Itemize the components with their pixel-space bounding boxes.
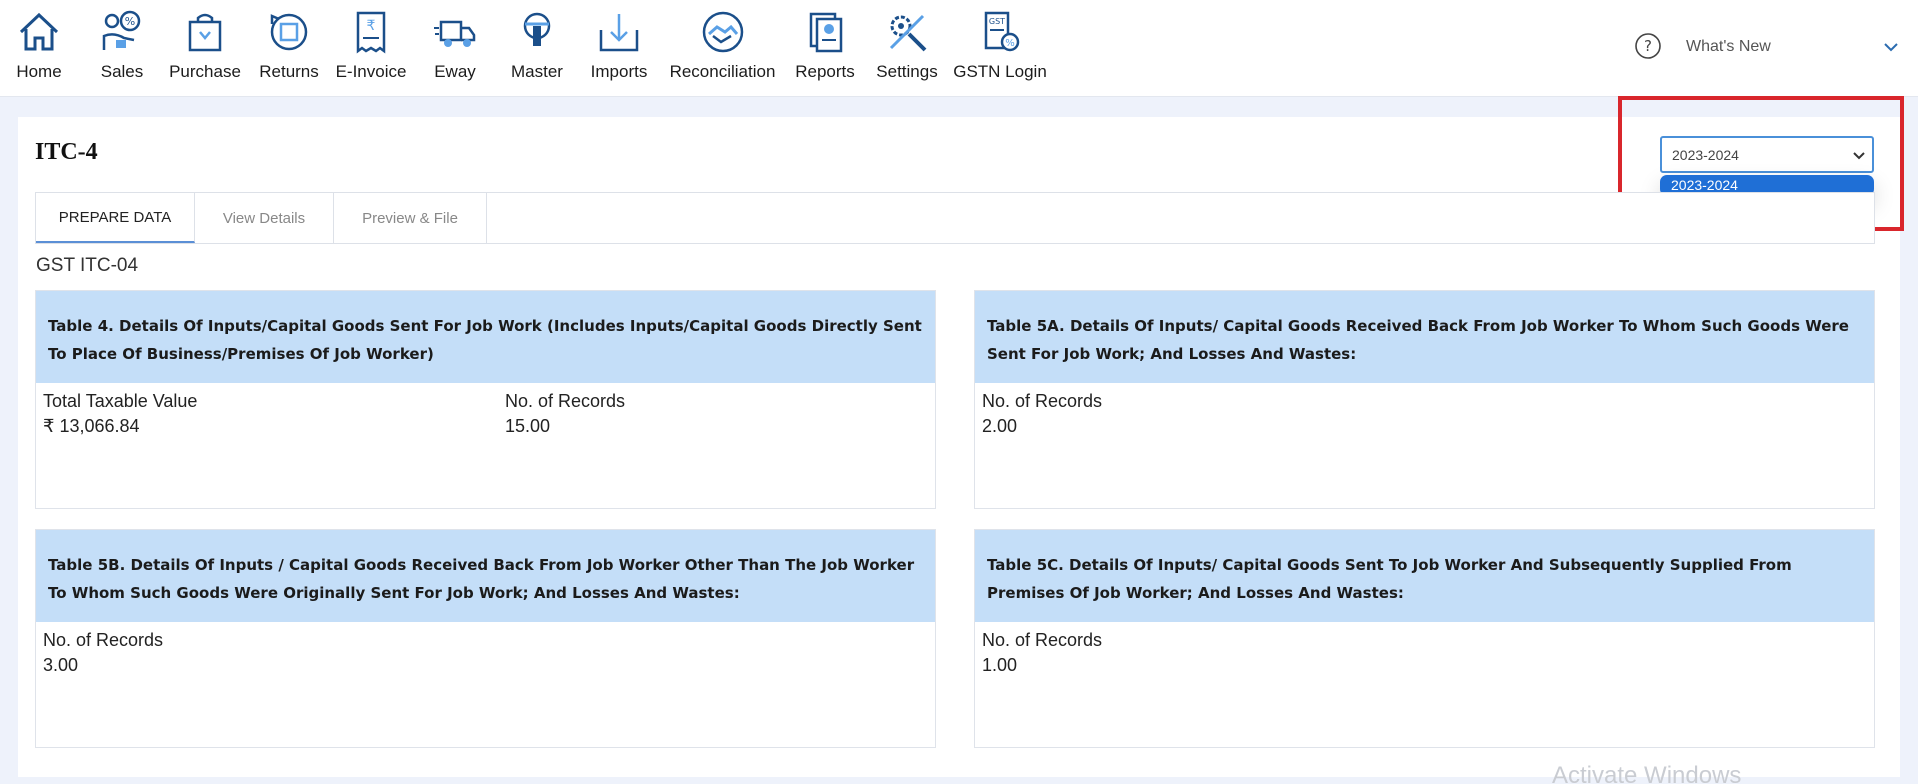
nav-label: Reports	[795, 62, 855, 81]
nav-label: E-Invoice	[335, 62, 407, 81]
panel-title: Table 5A. Details Of Inputs/ Capital Goo…	[987, 317, 1849, 363]
stat-label: Total Taxable Value	[43, 391, 198, 411]
stat-value: 2.00	[982, 416, 1018, 436]
nav-eway[interactable]: Eway	[433, 10, 477, 90]
svg-text:%: %	[1005, 38, 1015, 49]
stat-label: No. of Records	[982, 391, 1103, 411]
nav-label: Settings	[876, 62, 938, 81]
nav-imports[interactable]: Imports	[587, 10, 651, 90]
eway-truck-icon	[434, 20, 476, 47]
whats-new-link[interactable]: What's New	[1686, 38, 1771, 56]
nav-label: Returns	[259, 62, 319, 81]
gstn-login-icon: GST %	[984, 11, 1020, 52]
panel-table-4[interactable]: Table 4. Details Of Inputs/Capital Goods…	[35, 290, 936, 509]
panel-title: Table 5B. Details Of Inputs / Capital Go…	[48, 556, 915, 602]
nav-gstn-login[interactable]: GST % GSTN Login	[953, 10, 1047, 90]
stat-label: No. of Records	[982, 630, 1103, 650]
imports-icon	[599, 14, 639, 52]
panel-header: Table 5B. Details Of Inputs / Capital Go…	[36, 530, 935, 622]
svg-text:₹: ₹	[367, 18, 376, 34]
panel-table-5b[interactable]: Table 5B. Details Of Inputs / Capital Go…	[35, 529, 936, 748]
panel-header: Table 4. Details Of Inputs/Capital Goods…	[36, 291, 935, 383]
help-icon[interactable]: ?	[1634, 32, 1662, 60]
panel-table-5c[interactable]: Table 5C. Details Of Inputs/ Capital Goo…	[974, 529, 1875, 748]
stat-taxable: Total Taxable Value ₹ 13,066.84	[43, 391, 197, 437]
nav-returns[interactable]: Returns	[258, 10, 320, 90]
top-navigation: Home % Sales Purchase Returns ₹ E-Invoic…	[0, 0, 1918, 97]
stat-value: 1.00	[982, 655, 1018, 675]
stat-records: No. of Records 2.00	[982, 391, 1102, 437]
stat-value: ₹ 13,066.84	[43, 416, 140, 436]
stat-value: 3.00	[43, 655, 79, 675]
panel-header: Table 5A. Details Of Inputs/ Capital Goo…	[975, 291, 1874, 383]
section-title: GST ITC-04	[36, 255, 139, 276]
purchase-icon	[188, 13, 222, 52]
panel-title: Table 5C. Details Of Inputs/ Capital Goo…	[987, 556, 1792, 602]
svg-text:GST: GST	[989, 17, 1005, 26]
settings-icon	[889, 14, 927, 52]
nav-purchase[interactable]: Purchase	[169, 10, 241, 90]
panel-header: Table 5C. Details Of Inputs/ Capital Goo…	[975, 530, 1874, 622]
sales-icon: %	[102, 10, 141, 50]
reports-icon	[809, 12, 843, 53]
stat-records: No. of Records 1.00	[982, 630, 1102, 676]
returns-icon	[270, 13, 308, 51]
chevron-down-icon[interactable]	[1882, 38, 1900, 56]
page-title: ITC-4	[35, 139, 98, 165]
einvoice-icon: ₹	[356, 11, 386, 54]
nav-label: Home	[16, 62, 62, 81]
nav-home[interactable]: Home	[16, 10, 62, 90]
stat-label: No. of Records	[43, 630, 164, 650]
panel-title: Table 4. Details Of Inputs/Capital Goods…	[48, 317, 922, 363]
master-icon	[523, 12, 551, 46]
nav-label: Purchase	[169, 62, 241, 81]
nav-sales[interactable]: % Sales	[100, 10, 144, 90]
tab-preview-file[interactable]: Preview & File	[334, 193, 487, 243]
stat-records: No. of Records 3.00	[43, 630, 163, 676]
panel-table-5a[interactable]: Table 5A. Details Of Inputs/ Capital Goo…	[974, 290, 1875, 509]
tab-view-details[interactable]: View Details	[195, 193, 334, 243]
nav-settings[interactable]: Settings	[875, 10, 939, 90]
reconciliation-icon	[702, 11, 743, 53]
svg-text:?: ?	[1644, 37, 1652, 55]
tab-prepare-data[interactable]: PREPARE DATA	[36, 193, 195, 243]
svg-text:%: %	[125, 15, 135, 28]
nav-label: Master	[511, 62, 563, 81]
nav-label: Reconciliation	[669, 62, 776, 81]
nav-reconciliation[interactable]: Reconciliation	[665, 10, 780, 90]
nav-label: Imports	[590, 62, 648, 81]
nav-label: Sales	[100, 62, 144, 81]
windows-watermark: Activate Windows	[1552, 762, 1742, 784]
tab-bar: PREPARE DATA View Details Preview & File	[35, 192, 1875, 244]
nav-label: Eway	[434, 62, 476, 81]
stat-label: No. of Records	[505, 391, 626, 411]
nav-reports[interactable]: Reports	[793, 10, 857, 90]
stat-value: 15.00	[505, 416, 551, 436]
nav-master[interactable]: Master	[509, 10, 565, 90]
home-icon	[19, 12, 59, 51]
stat-records: No. of Records 15.00	[505, 391, 625, 437]
nav-einvoice[interactable]: ₹ E-Invoice	[336, 10, 406, 90]
nav-label: GSTN Login	[953, 62, 1047, 81]
